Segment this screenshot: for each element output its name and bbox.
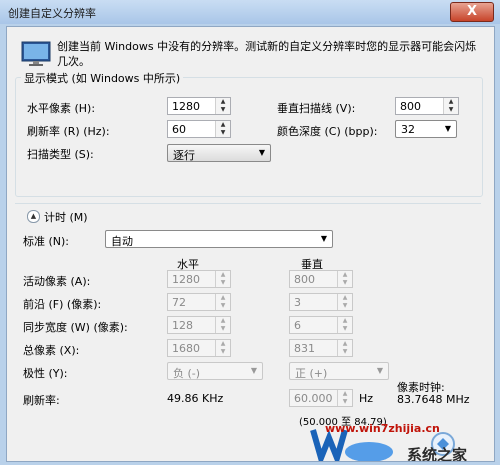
spinner-arrows[interactable]: ▲ ▼: [215, 317, 230, 333]
polarity-label: 极性 (Y):: [23, 367, 68, 380]
standard-label: 标准 (N):: [23, 235, 70, 248]
site-watermark: www.win7zhijia.cn 系统之家: [307, 422, 492, 462]
total-pixels-v-value: 831: [294, 342, 315, 355]
v-lines-label: 垂直扫描线 (V):: [277, 102, 356, 115]
active-pixels-h-spinner[interactable]: 1280 ▲ ▼: [167, 270, 231, 288]
h-pixels-label: 水平像素 (H):: [27, 102, 96, 115]
refresh-rate-arrows[interactable]: ▲ ▼: [215, 121, 230, 137]
h-pixels-arrows[interactable]: ▲ ▼: [215, 98, 230, 114]
chevron-down-icon: ▼: [320, 234, 327, 243]
spinner-arrows[interactable]: ▲ ▼: [337, 390, 352, 406]
polarity-v-select[interactable]: 正 (+) ▼: [289, 362, 389, 380]
refresh-rate-spinner[interactable]: 60 ▲ ▼: [167, 120, 231, 138]
spinner-arrows[interactable]: ▲ ▼: [215, 340, 230, 356]
scan-type-label: 扫描类型 (S):: [27, 148, 94, 161]
chevron-down-icon: ▼: [376, 366, 383, 375]
chevron-down-icon: ▼: [250, 366, 257, 375]
standard-select[interactable]: 自动 ▼: [105, 230, 333, 248]
sync-width-v-spinner[interactable]: 6 ▲ ▼: [289, 316, 353, 334]
spinner-arrows[interactable]: ▲ ▼: [337, 340, 352, 356]
dialog-window: 创建自定义分辨率 X 创建当前 Windows 中没有的分辨率。测试新的自定义分…: [0, 0, 500, 465]
chevron-down-icon: ▼: [444, 124, 451, 133]
v-lines-spinner[interactable]: 800 ▲ ▼: [395, 97, 459, 115]
scan-type-value: 逐行: [173, 149, 195, 162]
section-divider: [15, 203, 481, 204]
refresh-rate-label: 刷新率 (R) (Hz):: [27, 125, 110, 138]
polarity-h-value: 负 (-): [173, 367, 201, 380]
sync-width-label: 同步宽度 (W) (像素):: [23, 321, 128, 334]
refresh-unit: Hz: [359, 392, 374, 405]
spinner-arrows[interactable]: ▲ ▼: [337, 294, 352, 310]
front-porch-v-value: 3: [294, 296, 301, 309]
v-lines-value: 800: [400, 100, 421, 113]
collapse-toggle-icon[interactable]: ▲: [27, 210, 40, 223]
active-pixels-h-value: 1280: [172, 273, 200, 286]
watermark-brand: 系统之家: [407, 446, 468, 462]
chevron-down-icon: ▼: [258, 148, 265, 157]
active-pixels-v-value: 800: [294, 273, 315, 286]
refresh-label: 刷新率:: [23, 394, 60, 407]
refresh-rate-value: 60: [172, 123, 186, 136]
sync-width-v-value: 6: [294, 319, 301, 332]
total-pixels-h-spinner[interactable]: 1680 ▲ ▼: [167, 339, 231, 357]
watermark-url: www.win7zhijia.cn: [325, 422, 440, 435]
v-lines-arrows[interactable]: ▲ ▼: [443, 98, 458, 114]
total-pixels-v-spinner[interactable]: 831 ▲ ▼: [289, 339, 353, 357]
color-depth-label: 颜色深度 (C) (bpp):: [277, 125, 378, 138]
h-pixels-spinner[interactable]: 1280 ▲ ▼: [167, 97, 231, 115]
refresh-v-value: 60.000: [294, 392, 333, 405]
color-depth-value: 32: [401, 123, 415, 136]
front-porch-v-spinner[interactable]: 3 ▲ ▼: [289, 293, 353, 311]
polarity-v-value: 正 (+): [295, 367, 328, 380]
dialog-client-area: 创建当前 Windows 中没有的分辨率。测试新的自定义分辨率时您的显示器可能会…: [6, 26, 495, 462]
close-button[interactable]: X: [450, 2, 494, 22]
monitor-icon: [21, 41, 51, 66]
display-mode-title: 显示模式 (如 Windows 中所示): [21, 70, 184, 86]
front-porch-h-spinner[interactable]: 72 ▲ ▼: [167, 293, 231, 311]
intro-text: 创建当前 Windows 中没有的分辨率。测试新的自定义分辨率时您的显示器可能会…: [57, 40, 477, 68]
total-pixels-label: 总像素 (X):: [23, 344, 80, 357]
timing-section-title[interactable]: 计时 (M): [44, 209, 88, 225]
spinner-arrows[interactable]: ▲ ▼: [215, 271, 230, 287]
sync-width-h-spinner[interactable]: 128 ▲ ▼: [167, 316, 231, 334]
h-pixels-value: 1280: [172, 100, 200, 113]
front-porch-label: 前沿 (F) (像素):: [23, 298, 102, 311]
sync-width-h-value: 128: [172, 319, 193, 332]
spinner-arrows[interactable]: ▲ ▼: [337, 271, 352, 287]
standard-value: 自动: [111, 235, 133, 248]
color-depth-select[interactable]: 32 ▼: [395, 120, 457, 138]
polarity-h-select[interactable]: 负 (-) ▼: [167, 362, 263, 380]
front-porch-h-value: 72: [172, 296, 186, 309]
spinner-arrows[interactable]: ▲ ▼: [337, 317, 352, 333]
refresh-h-value: 49.86 KHz: [167, 392, 224, 405]
window-title: 创建自定义分辨率: [8, 7, 96, 20]
active-pixels-label: 活动像素 (A):: [23, 275, 91, 288]
refresh-v-spinner[interactable]: 60.000 ▲ ▼: [289, 389, 353, 407]
title-bar: 创建自定义分辨率 X: [0, 0, 500, 24]
active-pixels-v-spinner[interactable]: 800 ▲ ▼: [289, 270, 353, 288]
spinner-arrows[interactable]: ▲ ▼: [215, 294, 230, 310]
pixel-clock-value: 83.7648 MHz: [397, 393, 470, 406]
scan-type-select[interactable]: 逐行 ▼: [167, 144, 271, 162]
total-pixels-h-value: 1680: [172, 342, 200, 355]
